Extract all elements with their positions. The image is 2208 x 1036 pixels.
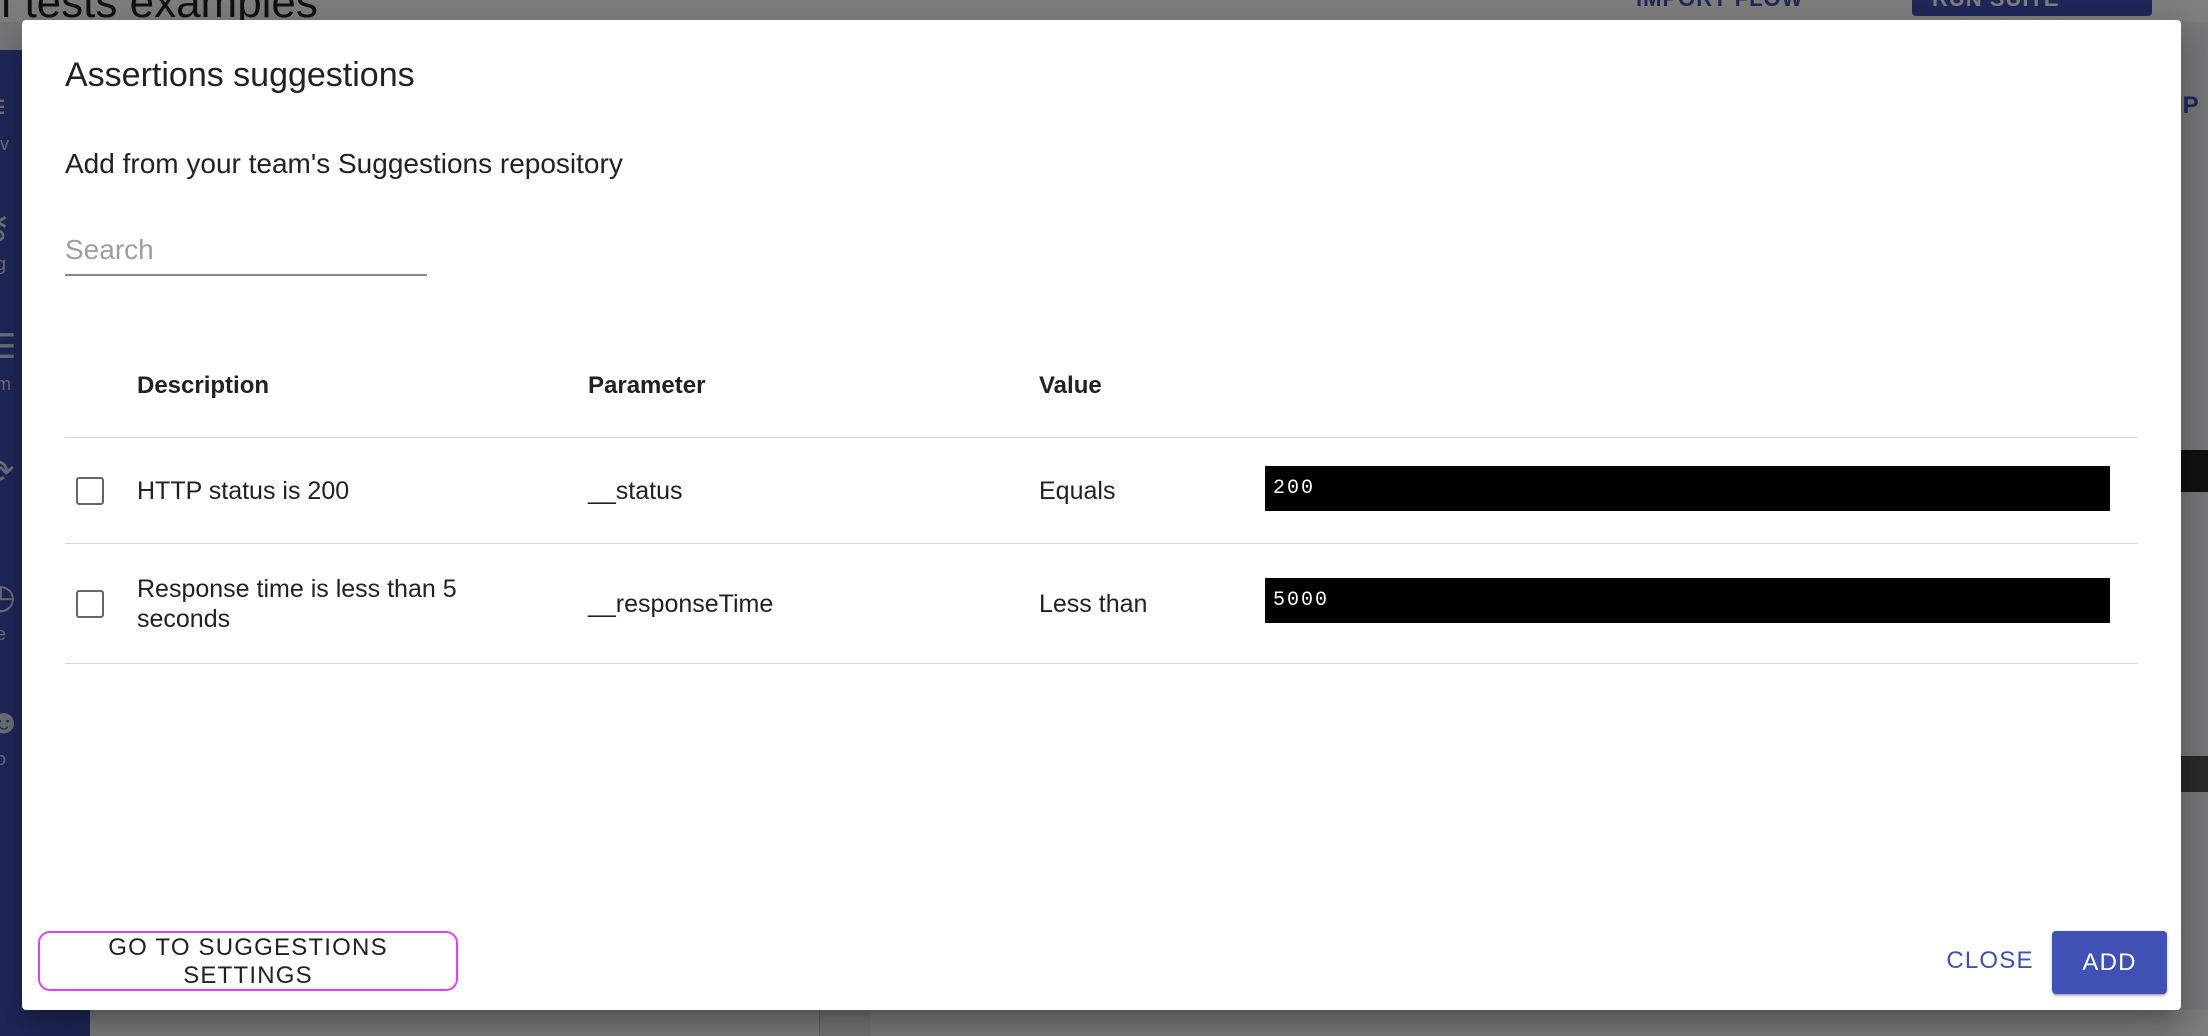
go-to-suggestions-settings-button[interactable]: GO TO SUGGESTIONS SETTINGS — [38, 931, 458, 991]
column-header-parameter: Parameter — [588, 372, 706, 399]
row-operator: Less than — [1039, 590, 1148, 618]
dialog-subtitle: Add from your team's Suggestions reposit… — [65, 148, 623, 179]
column-header-value: Value — [1039, 372, 1102, 399]
row-operator: Equals — [1039, 477, 1116, 505]
search-input[interactable] — [65, 226, 427, 274]
table-row: HTTP status is 200 __status Equals 200 — [65, 438, 2138, 544]
table-header: Description Parameter Value — [65, 340, 2138, 438]
assertions-suggestions-dialog: Assertions suggestions Add from your tea… — [22, 20, 2181, 1010]
row-description: Response time is less than 5 seconds — [137, 575, 457, 633]
row-checkbox[interactable] — [76, 590, 104, 618]
row-parameter: __responseTime — [588, 590, 774, 618]
row-value-field[interactable]: 5000 — [1265, 578, 2110, 623]
row-description: HTTP status is 200 — [137, 477, 350, 505]
close-button[interactable]: CLOSE — [1940, 931, 2040, 991]
row-checkbox[interactable] — [76, 477, 104, 505]
row-value-field[interactable]: 200 — [1265, 466, 2110, 511]
dialog-title: Assertions suggestions — [65, 56, 415, 94]
suggestions-table: Description Parameter Value HTTP status … — [65, 340, 2138, 664]
row-parameter: __status — [588, 477, 683, 505]
add-button[interactable]: ADD — [2052, 931, 2167, 994]
table-row: Response time is less than 5 seconds __r… — [65, 544, 2138, 664]
column-header-description: Description — [137, 372, 270, 399]
search-field — [65, 226, 427, 276]
